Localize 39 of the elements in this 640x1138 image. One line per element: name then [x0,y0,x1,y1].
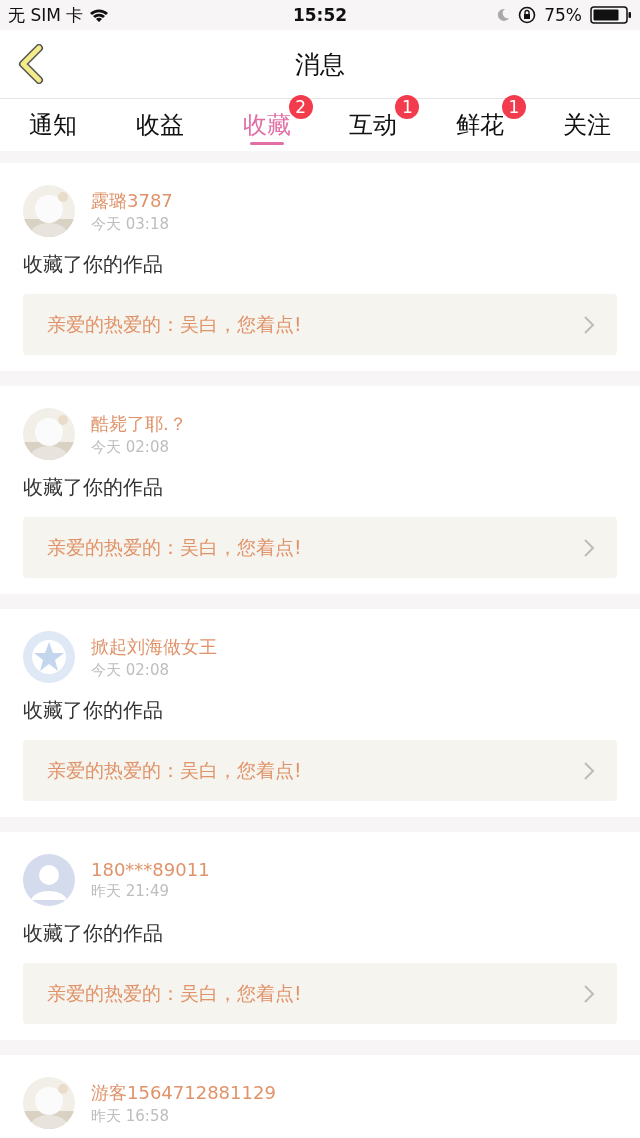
avatar-icon [23,631,75,683]
clock-text: 15:52 [292,5,348,25]
work-link[interactable]: 亲爱的热爱的：吴白，您着点! [23,963,617,1024]
user-name[interactable]: 游客1564712881129 [91,1080,276,1105]
message-time: 今天 02:08 [91,437,170,457]
message-time: 今天 02:08 [91,660,170,680]
carrier-text: 无 SIM 卡 [8,3,84,27]
message-time: 昨天 21:49 [91,882,170,901]
tab[interactable]: 收益 [106,99,214,151]
moon-icon [496,8,511,22]
count-badge: 1 [502,95,526,119]
tab[interactable]: 通知 [0,99,107,151]
user-name[interactable]: 180***89011 [91,859,210,880]
message-time: 昨天 16:58 [91,1106,170,1126]
message-text: 收藏了你的作品 [23,474,164,501]
tab[interactable]: 关注 [533,99,640,151]
battery-text: 75% [544,5,582,25]
chevron-right-icon [583,537,595,558]
message-text: 收藏了你的作品 [23,697,164,724]
work-link[interactable]: 亲爱的热爱的：吴白，您着点! [23,517,617,578]
user-name[interactable]: 酷毙了耶.？ [91,411,187,436]
chevron-right-icon [583,983,595,1004]
page-title: 消息 [295,48,345,81]
user-name[interactable]: 掀起刘海做女王 [91,634,217,659]
battery-icon [590,6,632,24]
chevron-right-icon [583,314,595,335]
count-badge: 2 [288,95,313,119]
chevron-right-icon [583,760,595,781]
count-badge: 1 [395,95,420,119]
work-link[interactable]: 亲爱的热爱的：吴白，您着点! [23,294,617,355]
user-name[interactable]: 露璐3787 [91,188,173,213]
tab-underline [249,142,284,145]
message-text: 收藏了你的作品 [23,251,164,278]
message-text: 收藏了你的作品 [23,920,164,947]
rotation-lock-icon [518,6,537,24]
work-link[interactable]: 亲爱的热爱的：吴白，您着点! [23,740,617,801]
message-time: 今天 03:18 [91,214,170,234]
avatar-icon [23,854,75,906]
wifi-icon [89,7,110,23]
